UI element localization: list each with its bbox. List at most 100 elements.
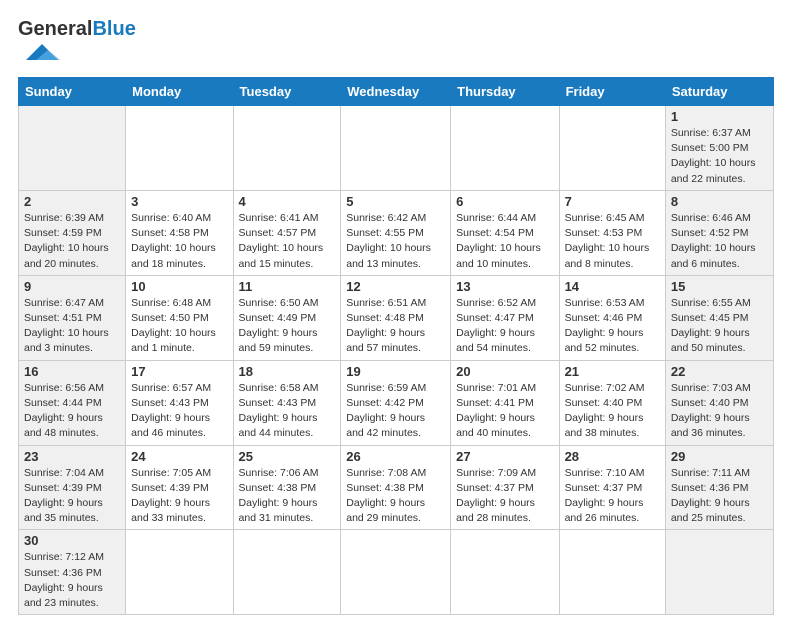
- day-number: 9: [24, 279, 120, 294]
- day-info: Sunrise: 6:42 AM Sunset: 4:55 PM Dayligh…: [346, 211, 445, 272]
- day-number: 1: [671, 109, 768, 124]
- calendar-week-2: 2Sunrise: 6:39 AM Sunset: 4:59 PM Daylig…: [19, 190, 774, 275]
- calendar-cell: [559, 530, 665, 615]
- calendar-week-1: 1 Sunrise: 6:37 AM Sunset: 5:00 PM Daylig…: [19, 106, 774, 191]
- day-info: Sunrise: 7:01 AM Sunset: 4:41 PM Dayligh…: [456, 381, 553, 442]
- day-number: 24: [131, 449, 227, 464]
- day-number: 12: [346, 279, 445, 294]
- day-info: Sunrise: 6:51 AM Sunset: 4:48 PM Dayligh…: [346, 296, 445, 357]
- weekday-header-thursday: Thursday: [451, 78, 559, 106]
- day-number: 16: [24, 364, 120, 379]
- day-number: 30: [24, 533, 120, 548]
- calendar-cell: 3 Sunrise: 6:40 AM Sunset: 4:58 PM Daylig…: [126, 190, 233, 275]
- day-number: 5: [346, 194, 445, 209]
- day-number: 7: [565, 194, 660, 209]
- day-info: Sunrise: 6:59 AM Sunset: 4:42 PM Dayligh…: [346, 381, 445, 442]
- day-info: Sunrise: 6:41 AM Sunset: 4:57 PM Dayligh…: [239, 211, 336, 272]
- calendar-week-6: 30 Sunrise: 7:12 AM Sunset: 4:36 PM Dayli…: [19, 530, 774, 615]
- calendar-cell: [341, 530, 451, 615]
- calendar-cell: 14Sunrise: 6:53 AM Sunset: 4:46 PM Dayli…: [559, 275, 665, 360]
- day-info: Sunrise: 7:11 AM Sunset: 4:36 PM Dayligh…: [671, 466, 768, 527]
- day-info: Sunrise: 6:46 AM Sunset: 4:52 PM Dayligh…: [671, 211, 768, 272]
- day-info: Sunrise: 7:06 AM Sunset: 4:38 PM Dayligh…: [239, 466, 336, 527]
- day-number: 23: [24, 449, 120, 464]
- calendar-header-row: SundayMondayTuesdayWednesdayThursdayFrid…: [19, 78, 774, 106]
- day-info: Sunrise: 6:50 AM Sunset: 4:49 PM Dayligh…: [239, 296, 336, 357]
- day-info: Sunrise: 7:04 AM Sunset: 4:39 PM Dayligh…: [24, 466, 120, 527]
- calendar-cell: 1 Sunrise: 6:37 AM Sunset: 5:00 PM Daylig…: [665, 106, 773, 191]
- day-number: 25: [239, 449, 336, 464]
- calendar-cell: 7 Sunrise: 6:45 AM Sunset: 4:53 PM Daylig…: [559, 190, 665, 275]
- logo-blue: Blue: [92, 18, 135, 40]
- day-number: 2: [24, 194, 120, 209]
- calendar-cell: [126, 106, 233, 191]
- calendar-cell: 12 Sunrise: 6:51 AM Sunset: 4:48 PM Dayli…: [341, 275, 451, 360]
- day-number: 18: [239, 364, 336, 379]
- day-info: Sunrise: 6:57 AM Sunset: 4:43 PM Dayligh…: [131, 381, 227, 442]
- calendar-cell: 13 Sunrise: 6:52 AM Sunset: 4:47 PM Dayli…: [451, 275, 559, 360]
- day-number: 28: [565, 449, 660, 464]
- calendar-cell: [451, 530, 559, 615]
- calendar-cell: 27Sunrise: 7:09 AM Sunset: 4:37 PM Dayli…: [451, 445, 559, 530]
- day-info: Sunrise: 6:52 AM Sunset: 4:47 PM Dayligh…: [456, 296, 553, 357]
- day-number: 4: [239, 194, 336, 209]
- calendar-week-5: 23 Sunrise: 7:04 AM Sunset: 4:39 PM Dayli…: [19, 445, 774, 530]
- calendar-week-3: 9Sunrise: 6:47 AM Sunset: 4:51 PM Daylig…: [19, 275, 774, 360]
- calendar-table: SundayMondayTuesdayWednesdayThursdayFrid…: [18, 77, 774, 615]
- weekday-header-saturday: Saturday: [665, 78, 773, 106]
- weekday-header-tuesday: Tuesday: [233, 78, 341, 106]
- day-number: 11: [239, 279, 336, 294]
- day-number: 21: [565, 364, 660, 379]
- weekday-header-wednesday: Wednesday: [341, 78, 451, 106]
- logo-general: General: [18, 18, 92, 40]
- day-info: Sunrise: 6:53 AM Sunset: 4:46 PM Dayligh…: [565, 296, 660, 357]
- calendar-cell: 25 Sunrise: 7:06 AM Sunset: 4:38 PM Dayli…: [233, 445, 341, 530]
- calendar-cell: 10 Sunrise: 6:48 AM Sunset: 4:50 PM Dayli…: [126, 275, 233, 360]
- calendar-cell: 17 Sunrise: 6:57 AM Sunset: 4:43 PM Dayli…: [126, 360, 233, 445]
- day-info: Sunrise: 6:56 AM Sunset: 4:44 PM Dayligh…: [24, 381, 120, 442]
- day-number: 22: [671, 364, 768, 379]
- calendar-cell: [126, 530, 233, 615]
- day-number: 26: [346, 449, 445, 464]
- day-number: 13: [456, 279, 553, 294]
- day-number: 19: [346, 364, 445, 379]
- page: GeneralBlue SundayMondayTuesdayWednesday…: [0, 0, 792, 625]
- calendar-cell: [665, 530, 773, 615]
- logo-icon: [18, 42, 66, 62]
- calendar-cell: 15Sunrise: 6:55 AM Sunset: 4:45 PM Dayli…: [665, 275, 773, 360]
- day-info: Sunrise: 6:37 AM Sunset: 5:00 PM Dayligh…: [671, 126, 768, 187]
- calendar-cell: 8 Sunrise: 6:46 AM Sunset: 4:52 PM Daylig…: [665, 190, 773, 275]
- day-number: 3: [131, 194, 227, 209]
- calendar-cell: 23 Sunrise: 7:04 AM Sunset: 4:39 PM Dayli…: [19, 445, 126, 530]
- day-number: 6: [456, 194, 553, 209]
- day-info: Sunrise: 6:45 AM Sunset: 4:53 PM Dayligh…: [565, 211, 660, 272]
- weekday-header-sunday: Sunday: [19, 78, 126, 106]
- calendar-cell: 28 Sunrise: 7:10 AM Sunset: 4:37 PM Dayli…: [559, 445, 665, 530]
- day-info: Sunrise: 6:40 AM Sunset: 4:58 PM Dayligh…: [131, 211, 227, 272]
- calendar-cell: 20Sunrise: 7:01 AM Sunset: 4:41 PM Dayli…: [451, 360, 559, 445]
- day-info: Sunrise: 7:03 AM Sunset: 4:40 PM Dayligh…: [671, 381, 768, 442]
- day-info: Sunrise: 7:12 AM Sunset: 4:36 PM Dayligh…: [24, 550, 120, 611]
- calendar-cell: 21 Sunrise: 7:02 AM Sunset: 4:40 PM Dayli…: [559, 360, 665, 445]
- day-number: 15: [671, 279, 768, 294]
- day-info: Sunrise: 7:10 AM Sunset: 4:37 PM Dayligh…: [565, 466, 660, 527]
- day-number: 10: [131, 279, 227, 294]
- day-number: 27: [456, 449, 553, 464]
- calendar-cell: 26Sunrise: 7:08 AM Sunset: 4:38 PM Dayli…: [341, 445, 451, 530]
- calendar-cell: [451, 106, 559, 191]
- day-number: 8: [671, 194, 768, 209]
- calendar-cell: [341, 106, 451, 191]
- calendar-cell: 24Sunrise: 7:05 AM Sunset: 4:39 PM Dayli…: [126, 445, 233, 530]
- calendar-cell: [233, 530, 341, 615]
- calendar-cell: 9Sunrise: 6:47 AM Sunset: 4:51 PM Daylig…: [19, 275, 126, 360]
- day-info: Sunrise: 6:48 AM Sunset: 4:50 PM Dayligh…: [131, 296, 227, 357]
- day-info: Sunrise: 7:02 AM Sunset: 4:40 PM Dayligh…: [565, 381, 660, 442]
- day-info: Sunrise: 6:44 AM Sunset: 4:54 PM Dayligh…: [456, 211, 553, 272]
- calendar-cell: 2Sunrise: 6:39 AM Sunset: 4:59 PM Daylig…: [19, 190, 126, 275]
- logo: GeneralBlue: [18, 18, 136, 67]
- weekday-header-monday: Monday: [126, 78, 233, 106]
- day-number: 17: [131, 364, 227, 379]
- calendar-cell: 11 Sunrise: 6:50 AM Sunset: 4:49 PM Dayli…: [233, 275, 341, 360]
- calendar-cell: [559, 106, 665, 191]
- calendar-cell: 18Sunrise: 6:58 AM Sunset: 4:43 PM Dayli…: [233, 360, 341, 445]
